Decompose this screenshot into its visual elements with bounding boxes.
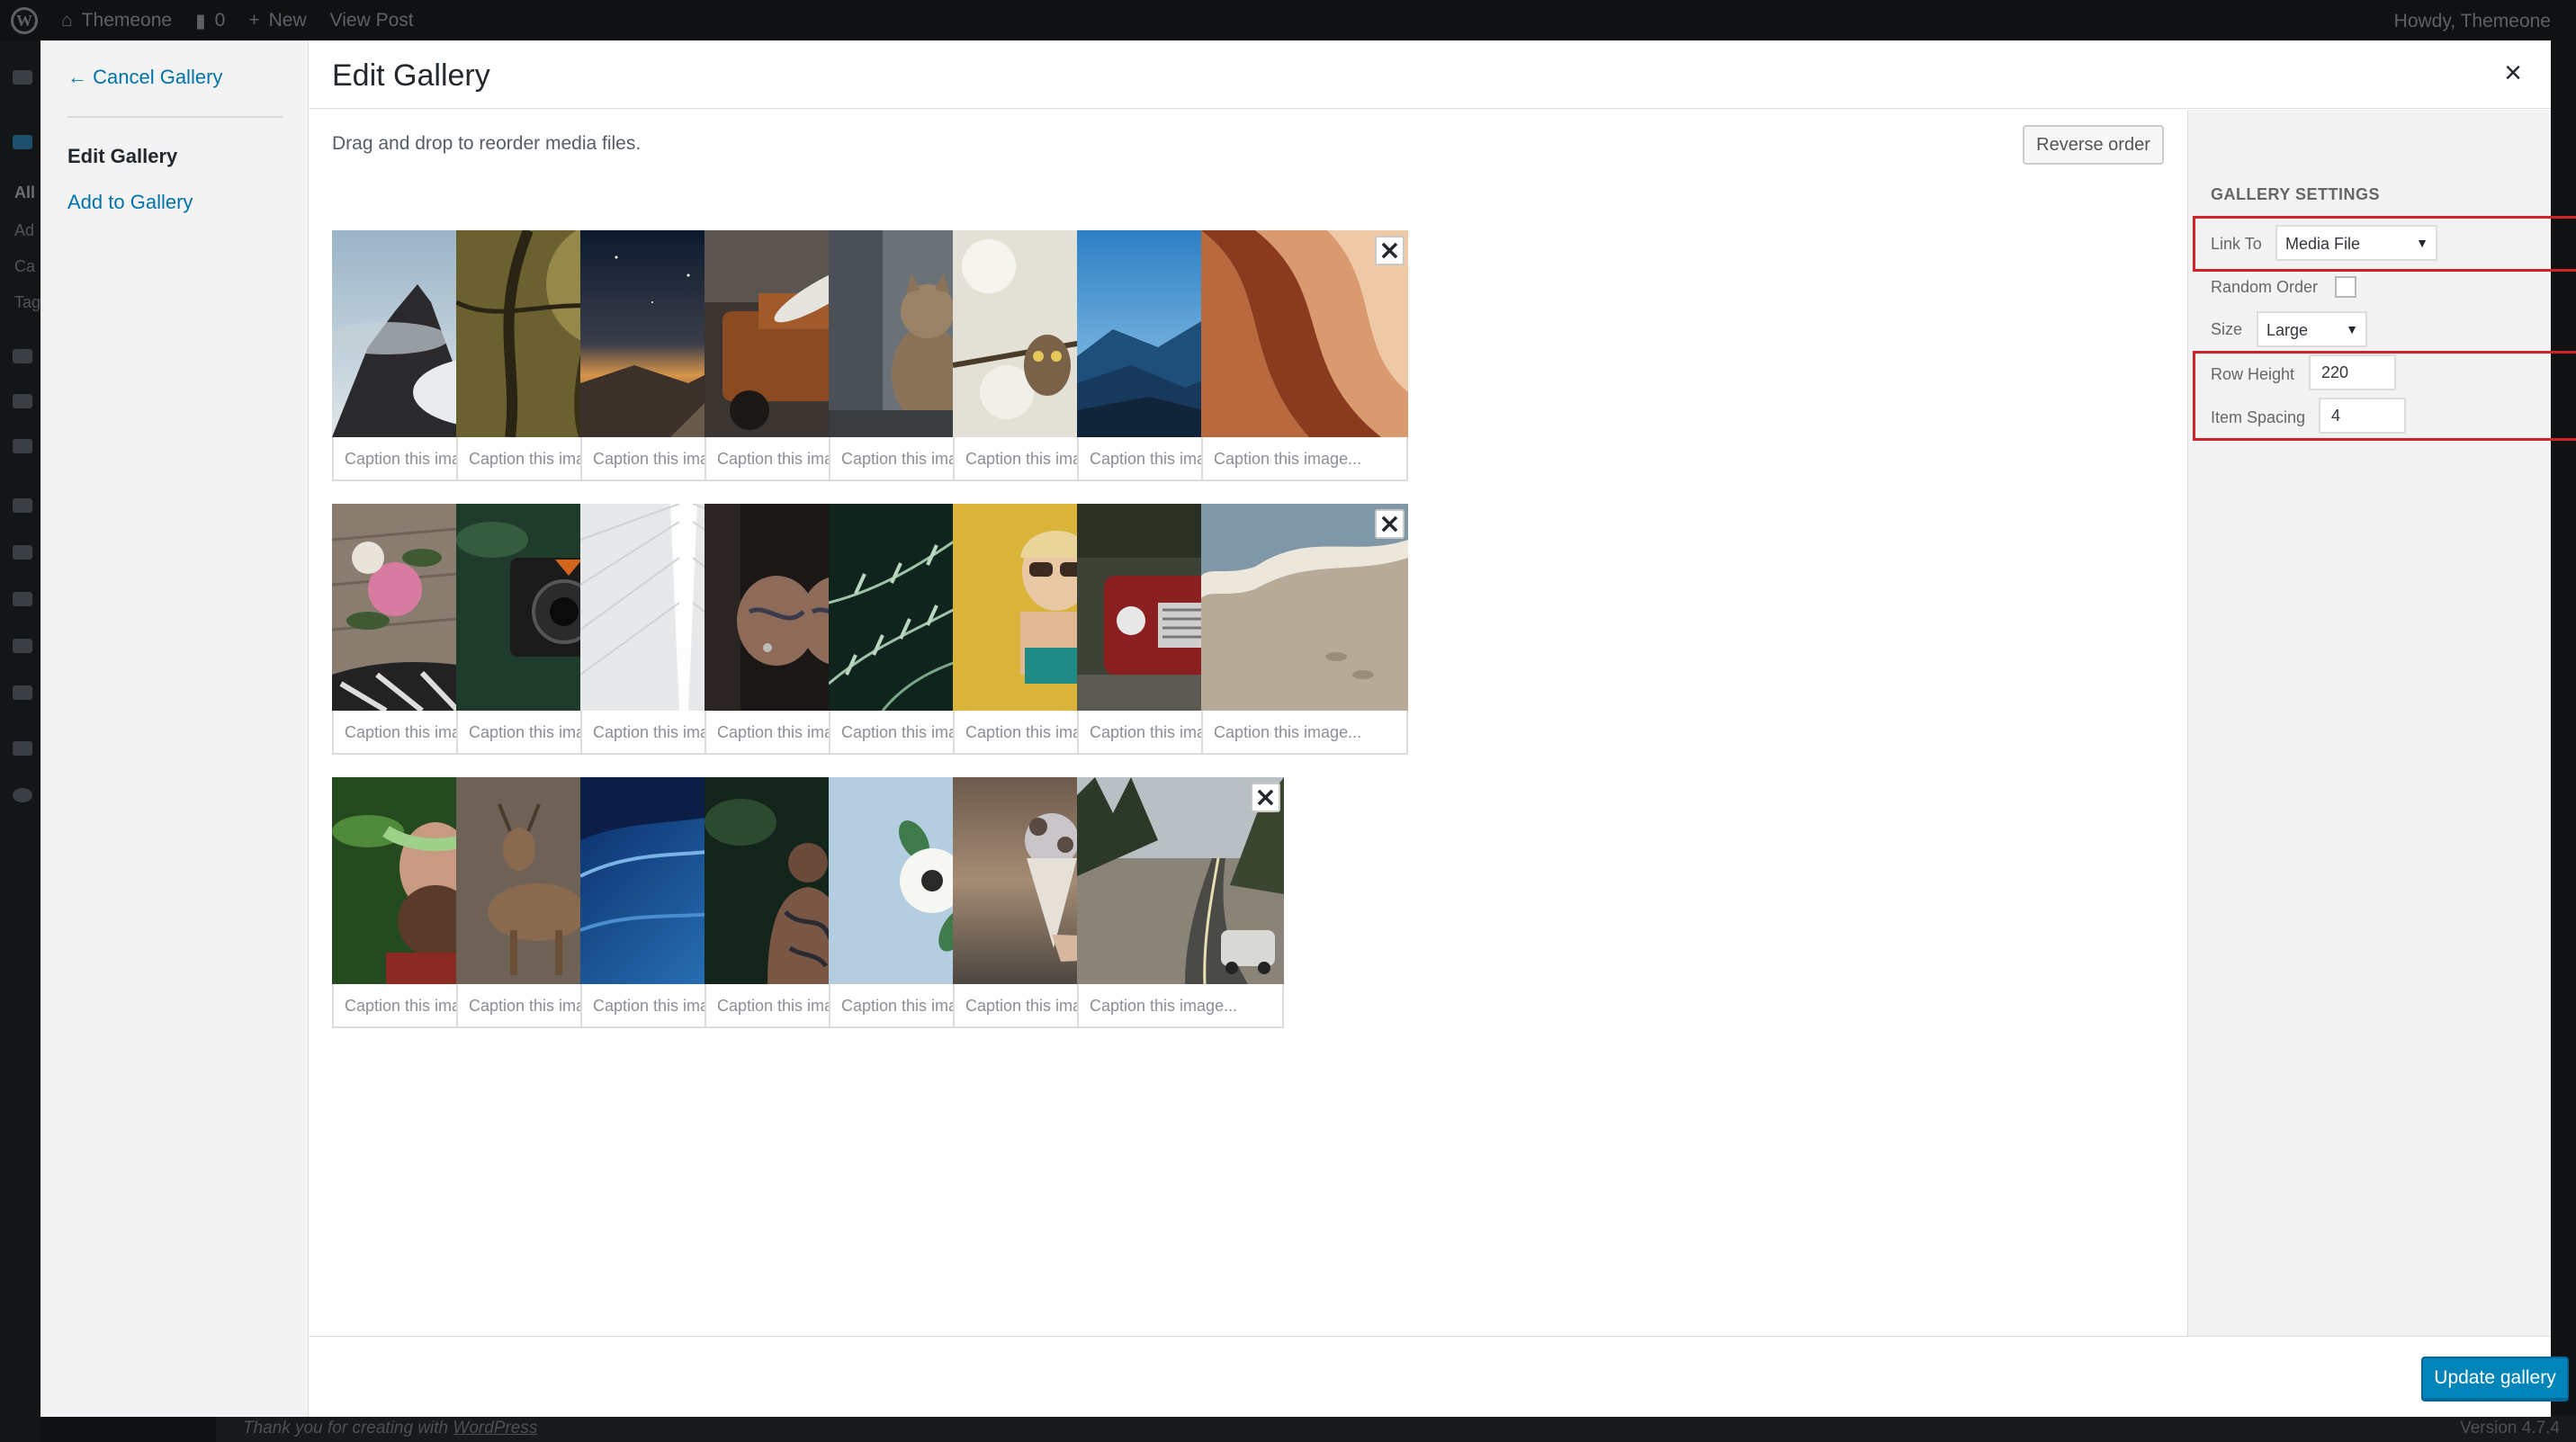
edit-gallery-modal: ← Cancel Gallery Edit Gallery Add to Gal… — [40, 40, 2576, 1417]
wordpress-link[interactable]: WordPress — [453, 1419, 537, 1438]
remove-image-icon[interactable]: × — [1375, 236, 1405, 265]
menu-item-edit-gallery[interactable]: Edit Gallery — [67, 145, 177, 168]
close-icon[interactable]: × — [2497, 57, 2529, 89]
wordpress-logo-icon[interactable]: W — [11, 7, 38, 34]
frame-title: Edit Gallery × — [310, 40, 2551, 109]
row-height-label: Row Height — [2211, 365, 2295, 383]
item-spacing-input[interactable]: 4 — [2319, 398, 2406, 434]
account-greeting[interactable]: Howdy, Themeone — [2394, 11, 2551, 32]
random-order-label: Random Order — [2211, 278, 2319, 296]
dashboard-icon[interactable] — [13, 70, 32, 85]
media-frame-toolbar: Update gallery — [310, 1336, 2569, 1417]
media-icon[interactable] — [13, 349, 32, 363]
view-post-label: View Post — [329, 10, 414, 31]
update-gallery-button[interactable]: Update gallery — [2421, 1357, 2569, 1400]
plus-icon: + — [248, 10, 260, 31]
users-icon[interactable] — [13, 592, 32, 606]
cancel-gallery-link[interactable]: ← Cancel Gallery — [67, 66, 222, 89]
settings-icon[interactable] — [13, 685, 32, 700]
random-order-checkbox[interactable] — [2335, 276, 2356, 298]
item-spacing-label: Item Spacing — [2211, 408, 2306, 426]
new-content-link[interactable]: + New — [248, 10, 306, 31]
menu-label-tags[interactable]: Tag — [14, 293, 40, 312]
menu-label-categories[interactable]: Ca — [14, 257, 35, 276]
plugins-icon[interactable] — [13, 545, 32, 560]
page-title: Edit Gallery — [332, 58, 490, 93]
link-to-select[interactable]: Media File ▼ — [2275, 225, 2437, 261]
comments-link[interactable]: ▮ 0 — [195, 10, 225, 32]
remove-image-icon[interactable]: × — [1375, 509, 1405, 539]
footer-thanks: Thank you for creating with — [243, 1419, 453, 1438]
media-frame-menu: ← Cancel Gallery Edit Gallery Add to Gal… — [40, 40, 309, 1417]
admin-bar: W ⌂ Themeone ▮ 0 + New View Post Howdy, … — [0, 0, 2576, 41]
caption-input[interactable]: Caption this image... — [1077, 984, 1284, 1028]
dropdown-arrow-icon: ▼ — [2416, 236, 2428, 250]
site-name-link[interactable]: ⌂ Themeone — [61, 10, 172, 31]
menu-label-all[interactable]: All — [14, 184, 35, 202]
site-name-label: Themeone — [81, 10, 173, 31]
collapse-menu-icon[interactable] — [13, 788, 32, 802]
appearance-icon[interactable] — [13, 498, 32, 513]
home-icon: ⌂ — [61, 10, 73, 31]
pages-icon[interactable] — [13, 394, 32, 408]
row-height-input[interactable]: 220 — [2309, 354, 2396, 390]
caption-input[interactable]: Caption this image... — [1201, 437, 1408, 481]
posts-icon[interactable] — [13, 135, 32, 149]
view-post-link[interactable]: View Post — [330, 10, 414, 31]
gallery-plugin-icon[interactable] — [13, 741, 32, 756]
comments-count: 0 — [214, 10, 226, 31]
gallery-item[interactable]: Caption this image... × — [1077, 777, 1284, 1028]
menu-separator — [67, 116, 283, 118]
footer-version: Version 4.7.4 — [2460, 1419, 2560, 1438]
link-to-label: Link To — [2211, 235, 2262, 253]
size-value: Large — [2266, 321, 2309, 339]
gallery-item[interactable]: Caption this image... × — [1201, 504, 1408, 755]
gallery-item[interactable]: Caption this image... × — [1201, 230, 1408, 481]
remove-image-icon[interactable]: × — [1251, 783, 1280, 812]
admin-footer: Thank you for creating with WordPress Ve… — [216, 1416, 2576, 1442]
reverse-order-button[interactable]: Reverse order — [2023, 125, 2164, 165]
menu-label-add[interactable]: Ad — [14, 221, 34, 240]
tools-icon[interactable] — [13, 639, 32, 653]
admin-menu: All Ad Ca Tag — [0, 41, 40, 1442]
comment-icon: ▮ — [195, 10, 206, 31]
size-select[interactable]: Large ▼ — [2257, 311, 2367, 347]
gallery-content: Drag and drop to reorder media files. Re… — [310, 110, 2187, 1336]
new-label: New — [268, 10, 307, 31]
gallery-settings-sidebar: Gallery Settings Link To Media File ▼ Ra… — [2187, 110, 2576, 1336]
menu-item-add-to-gallery[interactable]: Add to Gallery — [67, 191, 193, 214]
caption-input[interactable]: Caption this image... — [1201, 711, 1408, 755]
comments-icon[interactable] — [13, 439, 32, 453]
link-to-value: Media File — [2285, 235, 2361, 253]
gallery-settings-heading: Gallery Settings — [2211, 185, 2381, 203]
size-label: Size — [2211, 320, 2243, 338]
dropdown-arrow-icon: ▼ — [2346, 322, 2358, 336]
instructions-text: Drag and drop to reorder media files. — [332, 133, 642, 154]
